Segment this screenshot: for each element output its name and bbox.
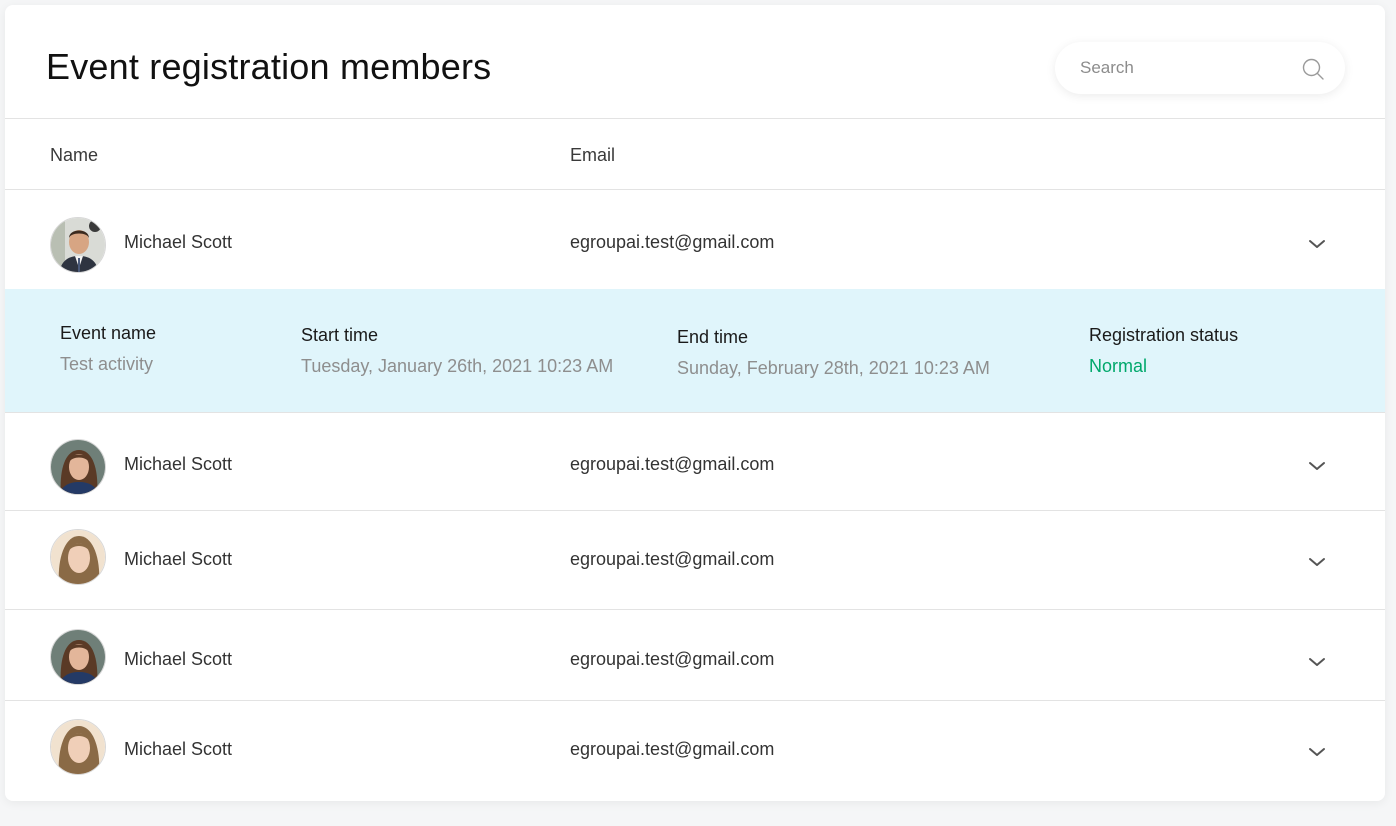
member-email: egroupai.test@gmail.com xyxy=(570,649,775,669)
table-row[interactable]: Michael Scott egroupai.test@gmail.com xyxy=(5,413,1385,511)
table-row[interactable]: Michael Scott egroupai.test@gmail.com xyxy=(5,191,1385,289)
avatar xyxy=(50,439,106,495)
member-name: Michael Scott xyxy=(124,454,233,474)
column-header-email: Email xyxy=(570,145,616,165)
start-time-label: Start time xyxy=(301,325,379,345)
avatar xyxy=(50,629,106,685)
member-email: egroupai.test@gmail.com xyxy=(570,454,775,474)
chevron-down-icon[interactable] xyxy=(1307,555,1327,569)
member-name: Michael Scott xyxy=(124,739,233,759)
chevron-down-icon[interactable] xyxy=(1307,655,1327,669)
member-name: Michael Scott xyxy=(124,649,233,669)
event-name-label: Event name xyxy=(60,323,157,343)
page-title: Event registration members xyxy=(46,46,492,87)
members-card: Event registration members Name Email xyxy=(5,5,1385,801)
column-header-name: Name xyxy=(50,145,99,165)
end-time-label: End time xyxy=(677,327,749,347)
event-name-value: Test activity xyxy=(60,354,154,374)
card-header: Event registration members xyxy=(5,5,1385,119)
table-row[interactable]: Michael Scott egroupai.test@gmail.com xyxy=(5,511,1385,610)
avatar xyxy=(50,529,106,585)
member-name: Michael Scott xyxy=(124,232,233,252)
member-name: Michael Scott xyxy=(124,549,233,569)
chevron-down-icon[interactable] xyxy=(1307,745,1327,759)
end-time-value: Sunday, February 28th, 2021 10:23 AM xyxy=(677,358,990,378)
registration-details-panel: Event name Test activity Start time Tues… xyxy=(5,289,1385,413)
search-box[interactable] xyxy=(1055,42,1345,94)
registration-status-value: Normal xyxy=(1089,356,1148,376)
member-email: egroupai.test@gmail.com xyxy=(570,739,775,759)
avatar xyxy=(50,217,106,273)
search-input[interactable] xyxy=(1078,57,1288,79)
chevron-down-icon[interactable] xyxy=(1307,237,1327,251)
table-row[interactable]: Michael Scott egroupai.test@gmail.com xyxy=(5,701,1385,801)
member-email: egroupai.test@gmail.com xyxy=(570,549,775,569)
chevron-down-icon[interactable] xyxy=(1307,459,1327,473)
table-row[interactable]: Michael Scott egroupai.test@gmail.com xyxy=(5,610,1385,701)
table-header: Name Email xyxy=(5,120,1385,190)
search-icon[interactable] xyxy=(1301,57,1325,81)
member-email: egroupai.test@gmail.com xyxy=(570,232,775,252)
start-time-value: Tuesday, January 26th, 2021 10:23 AM xyxy=(301,356,614,376)
avatar xyxy=(50,719,106,775)
registration-status-label: Registration status xyxy=(1089,325,1239,345)
